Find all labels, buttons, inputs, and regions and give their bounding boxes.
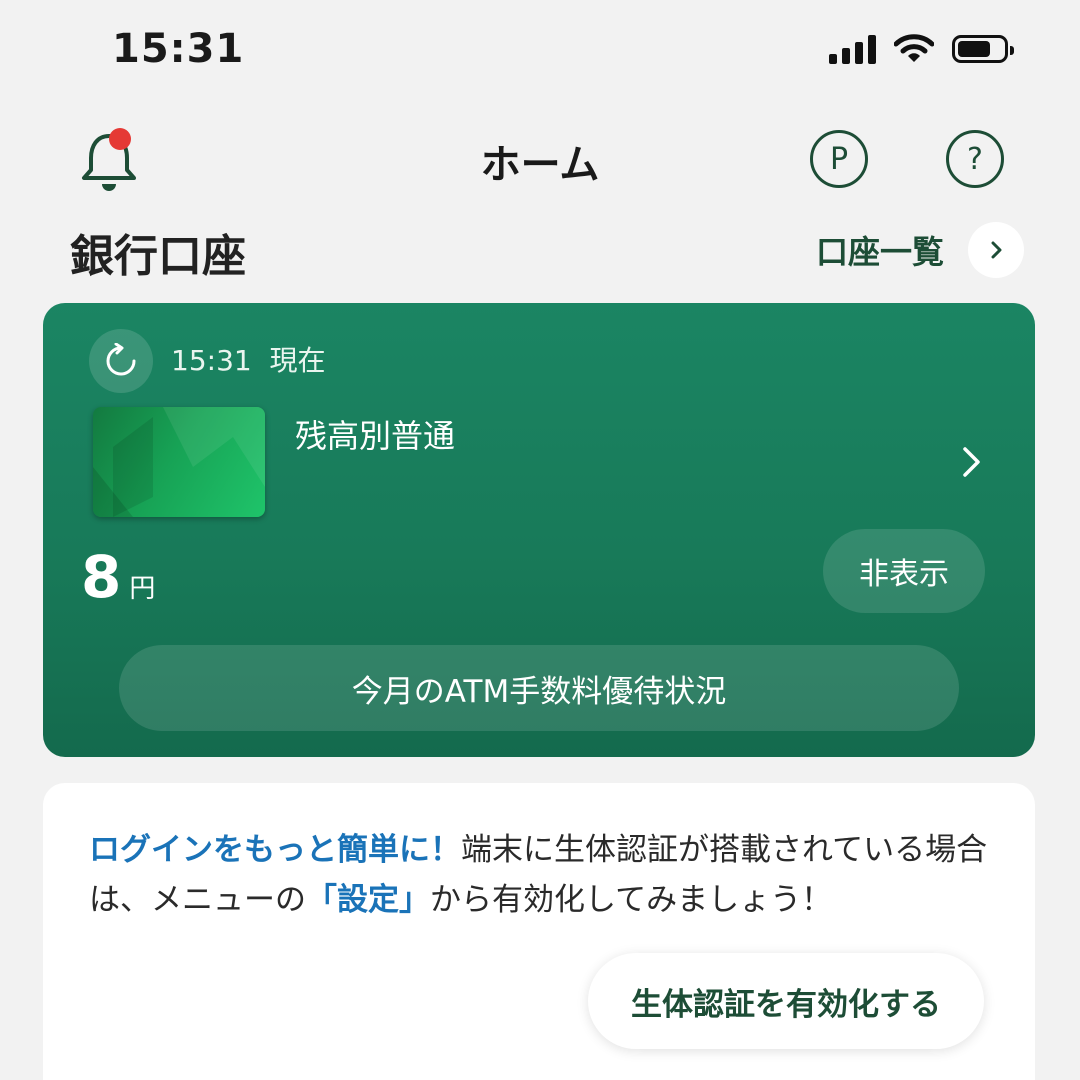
points-label: P (829, 141, 849, 177)
info-text: ログインをもっと簡単に！端末に生体認証が搭載されている場合は、メニューの「設定」… (89, 825, 989, 925)
enable-biometrics-button[interactable]: 生体認証を有効化する (588, 953, 984, 1049)
account-list-label: 口座一覧 (815, 233, 944, 271)
refresh-button[interactable] (89, 329, 153, 393)
account-card[interactable]: 15:31 現在 残高別普通 8 円 非表示 今月のATM手数料優待状況 (43, 303, 1035, 757)
signal-bars-icon (829, 34, 876, 64)
balance-amount: 8 (81, 543, 122, 611)
bank-card-image (93, 407, 265, 517)
status-icons (829, 34, 1014, 64)
balance: 8 円 (81, 543, 155, 611)
account-list-chevron-button[interactable] (968, 222, 1024, 278)
info-body-2: から有効化してみましょう！ (430, 882, 833, 918)
status-time: 15:31 (112, 26, 245, 72)
update-timestamp: 15:31 現在 (171, 339, 326, 379)
help-label: ? (967, 141, 983, 177)
refresh-icon (106, 343, 136, 376)
wifi-icon (894, 34, 934, 62)
info-highlight-title: ログインをもっと簡単に！ (89, 832, 461, 868)
settings-link[interactable]: 「設定」 (306, 882, 430, 918)
account-detail-chevron[interactable] (959, 443, 985, 485)
points-button[interactable]: P (810, 130, 868, 188)
home-screen: 15:31 ホーム P ? 銀行口座 口座一覧 15:31 現在 残高別普通 8… (0, 0, 1080, 1080)
page-title: ホーム (480, 142, 600, 188)
section-title: 銀行口座 (70, 231, 246, 282)
update-time: 15:31 (171, 344, 252, 377)
hide-balance-button[interactable]: 非表示 (823, 529, 985, 613)
balance-currency: 円 (129, 574, 156, 604)
chevron-right-icon (991, 241, 1002, 259)
biometric-info-card: ログインをもっと簡単に！端末に生体認証が搭載されている場合は、メニューの「設定」… (43, 783, 1035, 1080)
account-name: 残高別普通 (295, 417, 456, 455)
atm-fee-status-button[interactable]: 今月のATM手数料優待状況 (119, 645, 959, 731)
account-list-link[interactable]: 口座一覧 (816, 222, 1024, 278)
chevron-right-icon (963, 447, 980, 477)
update-suffix: 現在 (269, 344, 326, 377)
battery-icon (952, 35, 1014, 63)
help-button[interactable]: ? (946, 130, 1004, 188)
